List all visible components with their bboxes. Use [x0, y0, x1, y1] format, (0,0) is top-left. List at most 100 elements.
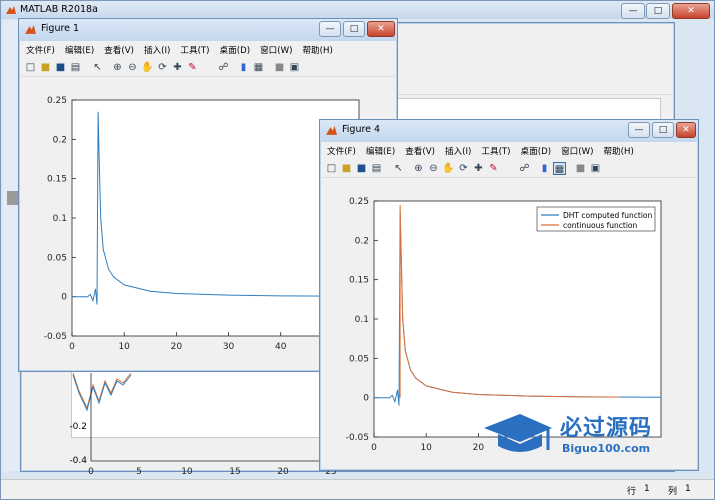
row-value: 1	[644, 484, 650, 494]
pan-icon[interactable]: ✋	[141, 61, 154, 74]
axes-box	[373, 200, 662, 438]
figure4-titlebar[interactable]: Figure 4 — □ ✕	[320, 120, 698, 142]
bg-xtick-label: 20	[277, 467, 289, 477]
menu-tools[interactable]: 工具(T)	[476, 143, 515, 157]
left-panel-strip	[3, 21, 19, 471]
link-icon[interactable]: ☍	[518, 162, 531, 175]
menu-edit[interactable]: 编辑(E)	[361, 143, 400, 157]
zoom-out-icon[interactable]: ⊖	[427, 162, 440, 175]
figure4-close-button[interactable]: ✕	[676, 122, 696, 138]
save-icon[interactable]: ■	[54, 61, 67, 74]
figure4-minimize-button[interactable]: —	[628, 122, 650, 138]
menu-tools[interactable]: 工具(T)	[175, 42, 214, 56]
bg-xtick-label: 15	[229, 467, 240, 477]
ytick-label: -0.05	[346, 433, 369, 443]
zoom-out-icon[interactable]: ⊖	[126, 61, 139, 74]
menu-help[interactable]: 帮助(H)	[598, 143, 638, 157]
rotate-icon[interactable]: ⟳	[156, 61, 169, 74]
menu-desktop[interactable]: 桌面(D)	[215, 42, 256, 56]
graduation-cap-icon	[484, 414, 552, 452]
bg-xtick-label: 0	[88, 467, 94, 477]
link-icon[interactable]: ☍	[217, 61, 230, 74]
legend-icon[interactable]: ▦	[252, 61, 265, 74]
bg-xtick-label: 5	[136, 467, 142, 477]
menu-file[interactable]: 文件(F)	[322, 143, 361, 157]
main-maximize-button[interactable]: □	[646, 3, 670, 19]
rotate-icon[interactable]: ⟳	[457, 162, 470, 175]
ytick-label: 0.25	[349, 197, 369, 207]
figure1-minimize-button[interactable]: —	[319, 21, 341, 37]
menu-window[interactable]: 窗口(W)	[255, 42, 297, 56]
bg-ytick-0: -0.2	[69, 422, 87, 432]
brush-icon[interactable]: ✎	[487, 162, 500, 175]
data-cursor-icon[interactable]: ✚	[171, 61, 184, 74]
hide-tools-icon[interactable]: ■	[273, 61, 286, 74]
ytick-label: 0.2	[355, 236, 369, 246]
menu-file[interactable]: 文件(F)	[21, 42, 60, 56]
show-tools-icon[interactable]: ▣	[288, 61, 301, 74]
col-label: 列	[668, 487, 678, 497]
legend-entry: continuous function	[563, 221, 638, 230]
figure-icon	[326, 126, 337, 135]
brush-icon[interactable]: ✎	[186, 61, 199, 74]
select-arrow-icon[interactable]: ↖	[392, 162, 405, 175]
menu-edit[interactable]: 编辑(E)	[60, 42, 99, 56]
ytick-label: 0.05	[47, 253, 67, 263]
figure1-titlebar[interactable]: Figure 1 — □ ✕	[19, 19, 397, 41]
bg-xticks: 0 5 10 15 20 25	[88, 467, 337, 477]
pan-icon[interactable]: ✋	[442, 162, 455, 175]
legend[interactable]: DHT computed functioncontinuous function	[536, 206, 656, 232]
select-arrow-icon[interactable]: ↖	[91, 61, 104, 74]
menu-window[interactable]: 窗口(W)	[556, 143, 598, 157]
ytick-label: 0.05	[349, 354, 369, 364]
open-file-icon[interactable]: ■	[39, 61, 52, 74]
figure1-close-button[interactable]: ✕	[367, 21, 395, 37]
zoom-in-icon[interactable]: ⊕	[111, 61, 124, 74]
xtick-label: 30	[223, 342, 235, 352]
col-value: 1	[685, 484, 691, 494]
new-figure-icon[interactable]: □	[24, 61, 37, 74]
ytick-label: 0.25	[47, 96, 67, 106]
menu-insert[interactable]: 插入(I)	[139, 42, 175, 56]
save-icon[interactable]: ■	[355, 162, 368, 175]
watermark-text: 必过源码	[560, 416, 653, 441]
figure1-title: Figure 1	[41, 23, 80, 34]
figure1-maximize-button[interactable]: □	[343, 21, 365, 37]
plot-area-group: 0.250.20.150.10.050-0.0501020304050	[44, 96, 360, 352]
xtick-label: 40	[275, 342, 287, 352]
bg-ytick-1: -0.4	[69, 456, 87, 466]
zoom-in-icon[interactable]: ⊕	[412, 162, 425, 175]
menu-insert[interactable]: 插入(I)	[440, 143, 476, 157]
xtick-label: 0	[371, 443, 377, 453]
print-icon[interactable]: ▤	[69, 61, 82, 74]
ytick-label: 0.15	[349, 276, 369, 286]
axes-box	[71, 99, 360, 337]
figure1-toolbar: □ ■ ■ ▤ ↖ ⊕ ⊖ ✋ ⟳ ✚ ✎ ☍ ▮ ▦ ■ ▣	[21, 59, 395, 77]
figure4-maximize-button[interactable]: □	[652, 122, 674, 138]
matlab-logo-icon	[6, 6, 16, 14]
xtick-label: 10	[420, 443, 432, 453]
menu-view[interactable]: 查看(V)	[400, 143, 440, 157]
main-title: MATLAB R2018a	[20, 4, 98, 15]
xtick-label: 10	[118, 342, 130, 352]
colorbar-icon[interactable]: ▮	[237, 61, 250, 74]
print-icon[interactable]: ▤	[370, 162, 383, 175]
legend-icon[interactable]: ▦	[553, 162, 566, 175]
menu-help[interactable]: 帮助(H)	[297, 42, 337, 56]
ytick-label: -0.05	[44, 332, 67, 342]
hide-tools-icon[interactable]: ■	[574, 162, 587, 175]
main-minimize-button[interactable]: —	[621, 3, 645, 19]
colorbar-icon[interactable]: ▮	[538, 162, 551, 175]
main-close-button[interactable]: ✕	[672, 3, 710, 19]
figure1-menubar: 文件(F) 编辑(E) 查看(V) 插入(I) 工具(T) 桌面(D) 窗口(W) 帮助(H)	[21, 42, 395, 58]
show-tools-icon[interactable]: ▣	[589, 162, 602, 175]
ytick-label: 0.2	[53, 135, 67, 145]
ytick-label: 0.15	[47, 175, 67, 185]
menu-desktop[interactable]: 桌面(D)	[516, 143, 557, 157]
menu-view[interactable]: 查看(V)	[99, 42, 139, 56]
open-file-icon[interactable]: ■	[340, 162, 353, 175]
xtick-label: 0	[69, 342, 75, 352]
data-cursor-icon[interactable]: ✚	[472, 162, 485, 175]
ytick-label: 0.1	[53, 214, 67, 224]
new-figure-icon[interactable]: □	[325, 162, 338, 175]
